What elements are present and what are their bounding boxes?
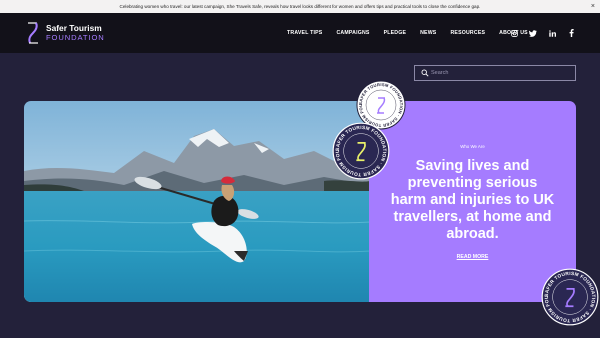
hero-heading: Saving lives and preventing serious harm…: [390, 158, 555, 242]
linkedin-icon[interactable]: [548, 29, 556, 37]
nav-travel-tips[interactable]: TRAVEL TIPS: [287, 30, 322, 36]
social-links: [510, 13, 586, 53]
read-more-link[interactable]: READ MORE: [457, 254, 489, 260]
search-icon: [421, 69, 429, 77]
logo-subtitle: FOUNDATION: [46, 33, 105, 42]
nav-news[interactable]: NEWS: [420, 30, 436, 36]
logo-name: Safer Tourism: [46, 23, 102, 33]
nav-resources[interactable]: RESOURCES: [450, 30, 485, 36]
hero-image: [24, 101, 370, 302]
search-input[interactable]: [431, 66, 571, 80]
badge-dark: SAFER TOURISM FOUNDATION · SAFER TOURISM…: [332, 122, 390, 180]
badge-corner: SAFER TOURISM FOUNDATION · SAFER TOURISM…: [541, 268, 599, 326]
main-nav: TRAVEL TIPS CAMPAIGNS PLEDGE NEWS RESOUR…: [287, 13, 542, 53]
announcement-bar: Celebrating women who travel: our latest…: [0, 0, 600, 13]
site-header: Safer Tourism FOUNDATION TRAVEL TIPS CAM…: [0, 13, 600, 53]
facebook-icon[interactable]: [567, 29, 575, 37]
site-logo[interactable]: Safer Tourism FOUNDATION: [24, 20, 114, 46]
logo-mark-icon: [28, 22, 38, 44]
nav-pledge[interactable]: PLEDGE: [384, 30, 407, 36]
twitter-icon[interactable]: [529, 29, 537, 37]
nav-campaigns[interactable]: CAMPAIGNS: [336, 30, 369, 36]
search-box: [414, 65, 576, 81]
close-icon[interactable]: ×: [591, 0, 595, 13]
instagram-icon[interactable]: [510, 29, 518, 37]
announcement-text: Celebrating women who travel: our latest…: [119, 4, 481, 9]
hero-eyebrow: Who We Are: [460, 144, 485, 149]
